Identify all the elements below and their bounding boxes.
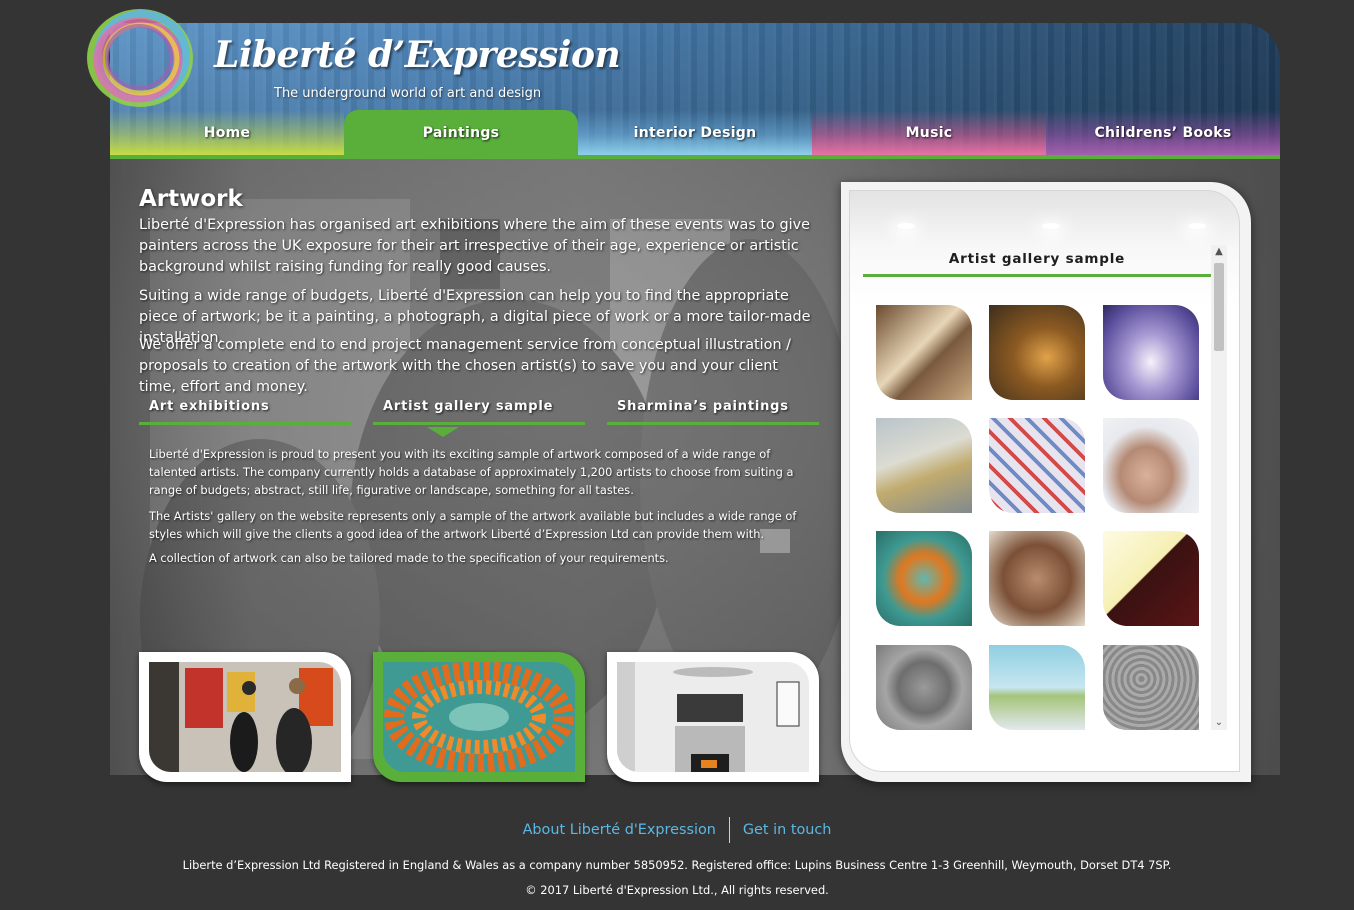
gallery-artwork[interactable] bbox=[989, 531, 1085, 626]
footer-divider bbox=[728, 817, 730, 843]
gallery-artwork[interactable] bbox=[1103, 645, 1199, 730]
spotlight-icon bbox=[1188, 223, 1206, 229]
interior-photo bbox=[617, 662, 809, 772]
thumbnail-art-exhibitions[interactable] bbox=[139, 652, 351, 782]
nav-item-paintings[interactable]: Paintings bbox=[344, 110, 578, 155]
tab-paragraph-1: Liberté d'Expression is proud to present… bbox=[149, 447, 794, 497]
footer-link-contact[interactable]: Get in touch bbox=[731, 822, 844, 838]
tab-paragraph-3: A collection of artwork can also be tail… bbox=[149, 551, 669, 565]
brand-title[interactable]: Liberté d’Expression bbox=[214, 34, 621, 76]
gallery-artwork[interactable] bbox=[989, 645, 1085, 730]
gallery-artwork[interactable] bbox=[876, 418, 972, 513]
footer-copyright: © 2017 Liberté d'Expression Ltd., All ri… bbox=[525, 883, 829, 897]
gallery-artwork[interactable] bbox=[1103, 418, 1199, 513]
intro-paragraph-1: Liberté d'Expression has organised art e… bbox=[139, 217, 810, 275]
nav-item-home[interactable]: Home bbox=[110, 110, 344, 155]
intro-paragraph-3: We offer a complete end to end project m… bbox=[139, 337, 791, 395]
spotlight-icon bbox=[1042, 223, 1060, 229]
tab-artist-gallery-sample[interactable]: Artist gallery sample bbox=[373, 393, 585, 425]
footer-registration: Liberte d’Expression Ltd Registered in E… bbox=[182, 858, 1172, 872]
tab-paragraph-2: The Artists' gallery on the website repr… bbox=[149, 509, 797, 541]
gallery-artwork[interactable] bbox=[1103, 305, 1199, 400]
nav-item-interior-design[interactable]: interior Design bbox=[578, 110, 812, 155]
footer-link-about[interactable]: About Liberté d'Expression bbox=[511, 822, 728, 838]
thumbnail-sharminas-paintings[interactable] bbox=[607, 652, 819, 782]
tab-art-exhibitions[interactable]: Art exhibitions bbox=[139, 393, 351, 425]
nav-item-childrens-books[interactable]: Childrens’ Books bbox=[1046, 110, 1280, 155]
footer-links: About Liberté d'Expression Get in touch bbox=[0, 817, 1354, 843]
gallery-artwork[interactable] bbox=[876, 305, 972, 400]
gallery-artwork[interactable] bbox=[1103, 531, 1199, 626]
spotlight-icon bbox=[897, 223, 915, 229]
logo-icon[interactable] bbox=[84, 6, 196, 110]
scroll-thumb[interactable] bbox=[1214, 263, 1224, 351]
content-tabs: Art exhibitions Artist gallery sample Sh… bbox=[139, 393, 819, 437]
gallery-artwork[interactable] bbox=[876, 531, 972, 626]
nav-item-music[interactable]: Music bbox=[812, 110, 1046, 155]
main-nav: Home Paintings interior Design Music Chi… bbox=[110, 110, 1280, 155]
gallery-scrollbar[interactable]: ▲ ⌄ bbox=[1211, 245, 1227, 730]
page-title: Artwork bbox=[139, 186, 243, 212]
active-tab-indicator bbox=[427, 427, 459, 437]
gallery-artwork[interactable] bbox=[876, 645, 972, 730]
gallery-artwork[interactable] bbox=[989, 418, 1085, 513]
chevron-down-icon[interactable]: ⌄ bbox=[1211, 716, 1227, 730]
tab-sharminas-paintings[interactable]: Sharmina’s paintings bbox=[607, 393, 819, 425]
gallery-heading: Artist gallery sample bbox=[863, 246, 1211, 277]
chevron-up-icon[interactable]: ▲ bbox=[1211, 245, 1227, 259]
gallery-artwork[interactable] bbox=[989, 305, 1085, 400]
fish-painting bbox=[383, 662, 575, 772]
brand-tagline: The underground world of art and design bbox=[274, 86, 542, 101]
exhibition-photo bbox=[149, 662, 341, 772]
thumbnail-artist-gallery[interactable] bbox=[373, 652, 585, 782]
